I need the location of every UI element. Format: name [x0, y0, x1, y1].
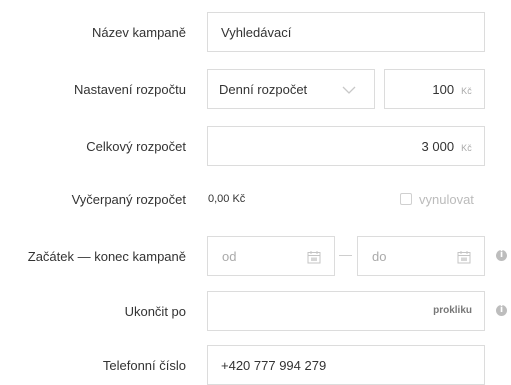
spent-budget-value: 0,00 Kč: [208, 193, 246, 205]
phone-row: Telefonní číslo +420 777 994 279: [0, 345, 511, 385]
campaign-name-label: Název kampaně: [92, 25, 186, 40]
end-date-placeholder: do: [372, 249, 387, 264]
campaign-name-input[interactable]: Vyhledávací: [207, 12, 485, 52]
spent-budget-row: Vyčerpaný rozpočet 0,00 Kč vynulovat: [0, 188, 511, 212]
total-budget-value: 3 000: [421, 139, 455, 154]
start-date-placeholder: od: [222, 249, 237, 264]
total-budget-row: Celkový rozpočet 3 000 Kč: [0, 126, 511, 166]
budget-setting-label: Nastavení rozpočtu: [73, 82, 186, 97]
campaign-name-value: Vyhledávací: [221, 25, 292, 40]
reset-label[interactable]: vynulovat: [419, 192, 474, 207]
reset-checkbox[interactable]: [400, 193, 412, 205]
info-icon[interactable]: i: [496, 250, 507, 261]
end-after-unit: prokliku: [433, 305, 472, 316]
budget-setting-row: Nastavení rozpočtu Denní rozpočet 100 Kč: [0, 69, 511, 109]
budget-amount-input[interactable]: 100 Kč: [384, 69, 485, 109]
total-budget-currency: Kč: [461, 143, 472, 153]
total-budget-input[interactable]: 3 000 Kč: [207, 126, 485, 166]
start-date-input[interactable]: od: [207, 236, 335, 276]
total-budget-label: Celkový rozpočet: [86, 139, 186, 154]
calendar-icon[interactable]: [457, 250, 471, 264]
end-after-row: Ukončit po prokliku i: [0, 291, 511, 331]
calendar-icon[interactable]: [307, 250, 321, 264]
phone-value: +420 777 994 279: [221, 358, 327, 373]
spent-budget-label: Vyčerpaný rozpočet: [71, 192, 186, 207]
phone-label: Telefonní číslo: [102, 358, 186, 373]
campaign-name-row: Název kampaně Vyhledávací: [0, 12, 511, 52]
end-after-input[interactable]: prokliku: [207, 291, 485, 331]
budget-type-value: Denní rozpočet: [219, 82, 308, 97]
budget-currency: Kč: [461, 86, 472, 96]
end-date-input[interactable]: do: [357, 236, 485, 276]
budget-amount-value: 100: [432, 82, 455, 97]
phone-input[interactable]: +420 777 994 279: [207, 345, 485, 385]
campaign-dates-row: Začátek — konec kampaně od — do i: [0, 236, 511, 276]
info-icon[interactable]: i: [496, 305, 507, 316]
date-separator: —: [339, 247, 352, 262]
end-after-label: Ukončit po: [124, 304, 186, 319]
campaign-dates-label: Začátek — konec kampaně: [27, 249, 186, 264]
budget-type-select[interactable]: Denní rozpočet: [207, 69, 375, 109]
chevron-down-icon: [342, 86, 356, 94]
